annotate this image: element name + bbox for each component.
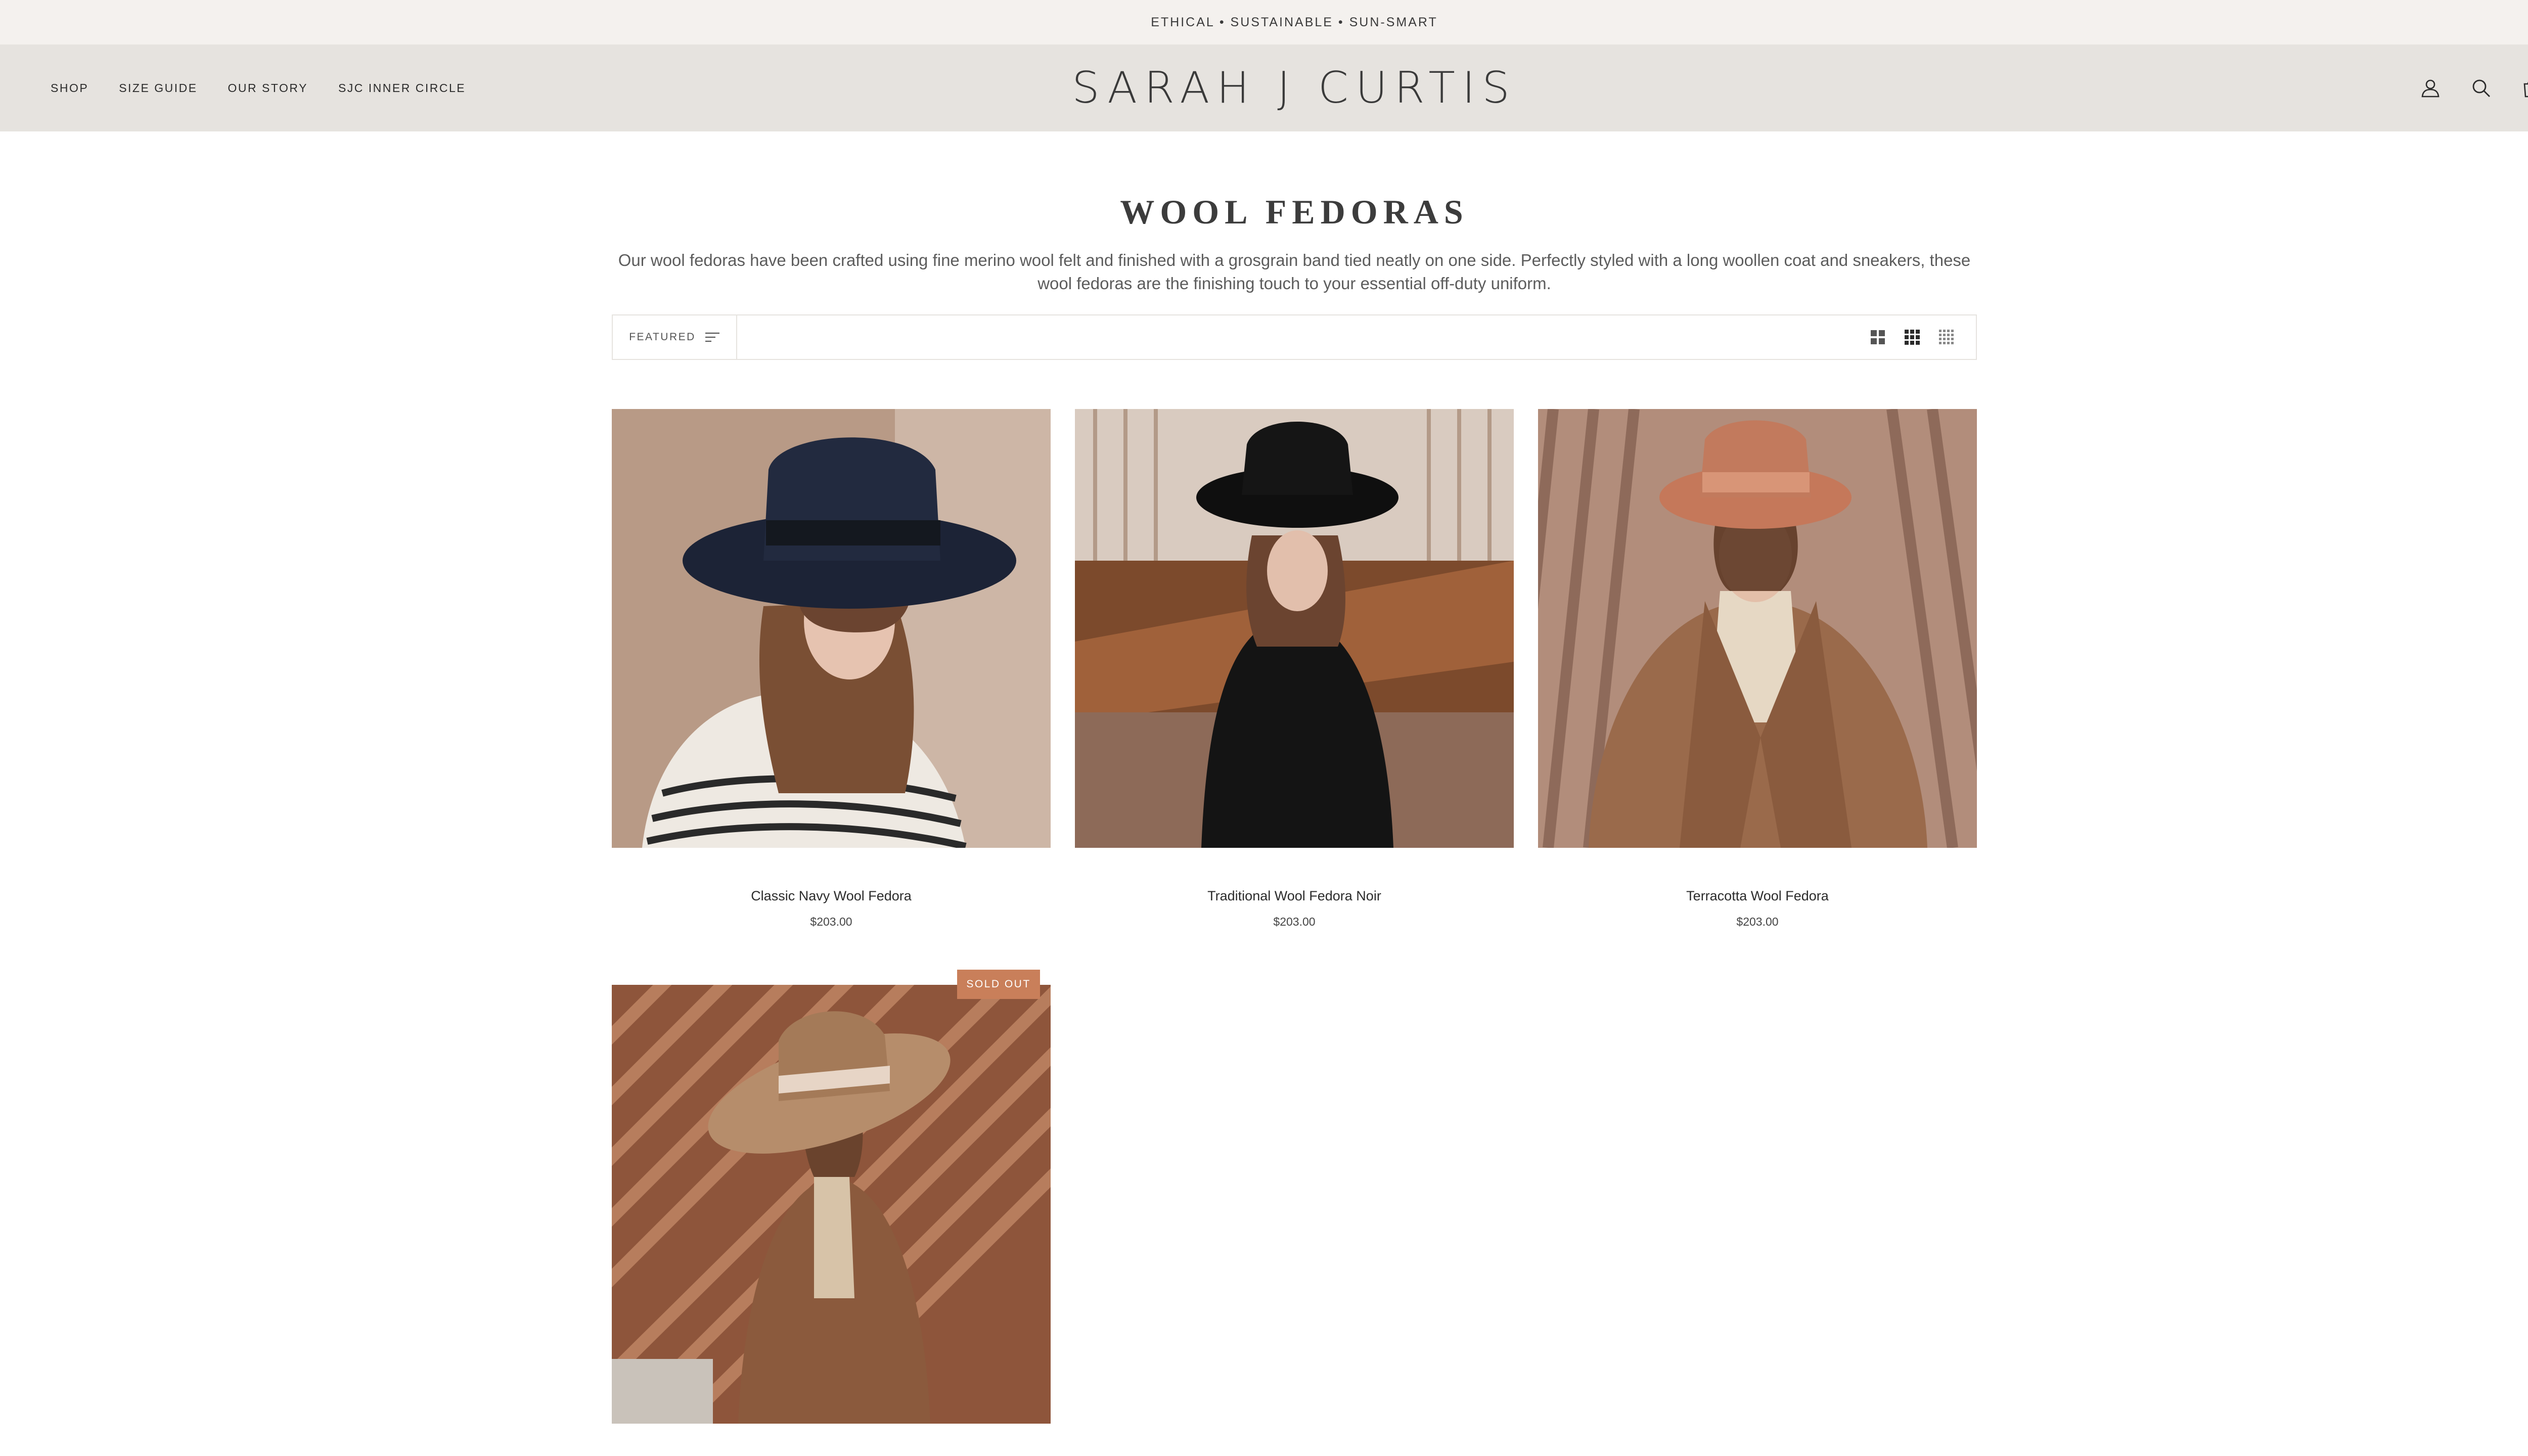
sort-button[interactable]: FEATURED [613, 315, 737, 359]
grid-options [1870, 329, 1955, 345]
sort-icon [705, 332, 719, 342]
grid-small-icon[interactable] [1938, 329, 1955, 345]
product-title[interactable]: Traditional Wool Fedora Noir [1075, 888, 1514, 904]
site-logo[interactable]: SARAH J CURTIS [1072, 44, 1517, 131]
product-card: Terracotta Wool Fedora $203.00 [1538, 409, 1977, 929]
main-nav: SHOP SIZE GUIDE OUR STORY SJC INNER CIRC… [51, 44, 466, 131]
announcement-text: ETHICAL • SUSTAINABLE • SUN-SMART [1151, 15, 1438, 29]
grid-large-icon[interactable] [1870, 329, 1886, 345]
nav-shop[interactable]: SHOP [51, 81, 88, 95]
sold-out-badge: SOLD OUT [957, 970, 1040, 999]
product-card: Classic Navy Wool Fedora $203.00 [612, 409, 1051, 929]
announcement-bar: ETHICAL • SUSTAINABLE • SUN-SMART [0, 0, 2528, 44]
product-price: $203.00 [1736, 915, 1779, 928]
product-title[interactable]: Terracotta Wool Fedora [1538, 888, 1977, 904]
nav-sjc-inner-circle[interactable]: SJC INNER CIRCLE [338, 81, 466, 95]
product-image[interactable] [1538, 409, 1977, 848]
product-image[interactable] [612, 985, 1051, 1424]
collection-toolbar: FEATURED [612, 314, 1977, 360]
account-icon[interactable] [2420, 77, 2441, 99]
collection-description: Our wool fedoras have been crafted using… [618, 251, 1971, 293]
grid-medium-icon[interactable] [1904, 329, 1920, 345]
product-card: Traditional Wool Fedora Noir $203.00 [1075, 409, 1514, 929]
product-image[interactable] [612, 409, 1051, 848]
sort-label: FEATURED [629, 331, 696, 343]
nav-our-story[interactable]: OUR STORY [228, 81, 308, 95]
cart-icon[interactable] [2521, 77, 2528, 99]
product-price: $203.00 [1273, 915, 1316, 928]
product-card [612, 985, 1051, 1424]
logo-text[interactable]: SARAH J CURTIS [1072, 63, 1517, 113]
product-price: $203.00 [810, 915, 852, 928]
product-title[interactable]: Classic Navy Wool Fedora [612, 888, 1051, 904]
collection-title: WOOL FEDORAS [1120, 193, 1469, 231]
header-icons [2420, 44, 2528, 131]
site-header: SHOP SIZE GUIDE OUR STORY SJC INNER CIRC… [0, 44, 2528, 131]
sold-out-label: SOLD OUT [966, 978, 1031, 990]
nav-size-guide[interactable]: SIZE GUIDE [119, 81, 197, 95]
search-icon[interactable] [2470, 77, 2492, 99]
product-image[interactable] [1075, 409, 1514, 848]
